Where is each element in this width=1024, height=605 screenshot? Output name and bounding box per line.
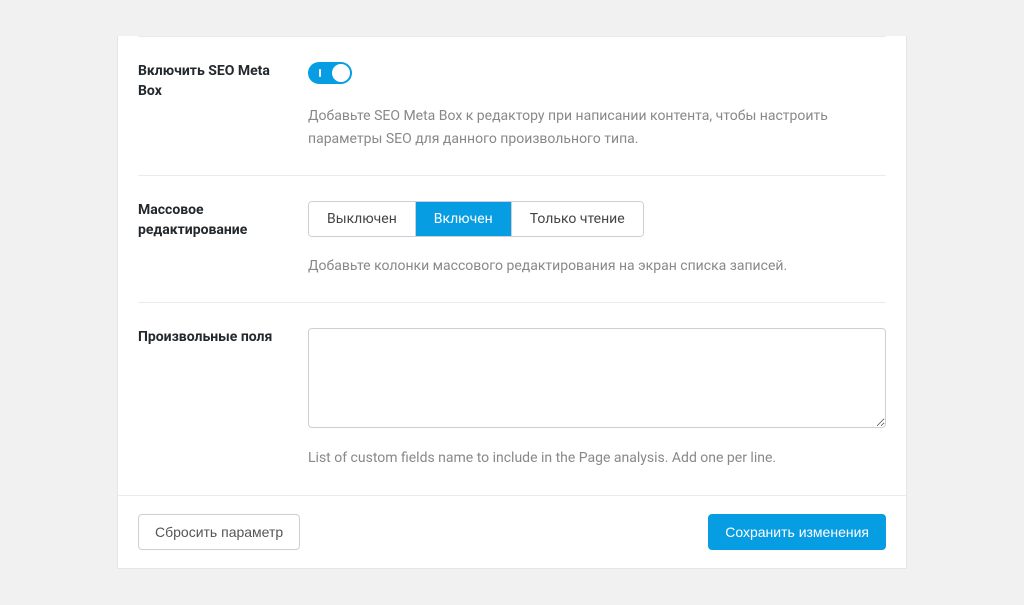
reset-button[interactable]: Сбросить параметр [138, 514, 300, 550]
bulk-editing-option-off[interactable]: Выключен [309, 202, 416, 236]
seo-meta-box-content: Добавьте SEO Meta Box к редактору при на… [308, 62, 886, 150]
custom-fields-textarea[interactable] [308, 328, 886, 428]
custom-fields-label: Произвольные поля [138, 328, 308, 469]
custom-fields-content: List of custom fields name to include in… [308, 328, 886, 469]
bulk-editing-radio-group: Выключен Включен Только чтение [308, 201, 644, 237]
settings-panel: Включить SEO Meta Box Добавьте SEO Meta … [117, 36, 907, 569]
setting-row-custom-fields: Произвольные поля List of custom fields … [138, 303, 886, 494]
bulk-editing-label: Массовое редактирование [138, 201, 308, 277]
bulk-editing-option-readonly[interactable]: Только чтение [512, 202, 643, 236]
seo-meta-box-label: Включить SEO Meta Box [138, 62, 308, 150]
panel-body: Включить SEO Meta Box Добавьте SEO Meta … [118, 36, 906, 495]
save-button[interactable]: Сохранить изменения [708, 514, 886, 550]
setting-row-seo-meta-box: Включить SEO Meta Box Добавьте SEO Meta … [138, 36, 886, 176]
custom-fields-description: List of custom fields name to include in… [308, 447, 886, 469]
bulk-editing-description: Добавьте колонки массового редактировани… [308, 255, 886, 277]
panel-footer: Сбросить параметр Сохранить изменения [118, 495, 906, 568]
seo-meta-box-toggle[interactable] [308, 62, 352, 84]
bulk-editing-content: Выключен Включен Только чтение Добавьте … [308, 201, 886, 277]
bulk-editing-option-on[interactable]: Включен [416, 202, 512, 236]
seo-meta-box-description: Добавьте SEO Meta Box к редактору при на… [308, 105, 886, 150]
setting-row-bulk-editing: Массовое редактирование Выключен Включен… [138, 176, 886, 303]
